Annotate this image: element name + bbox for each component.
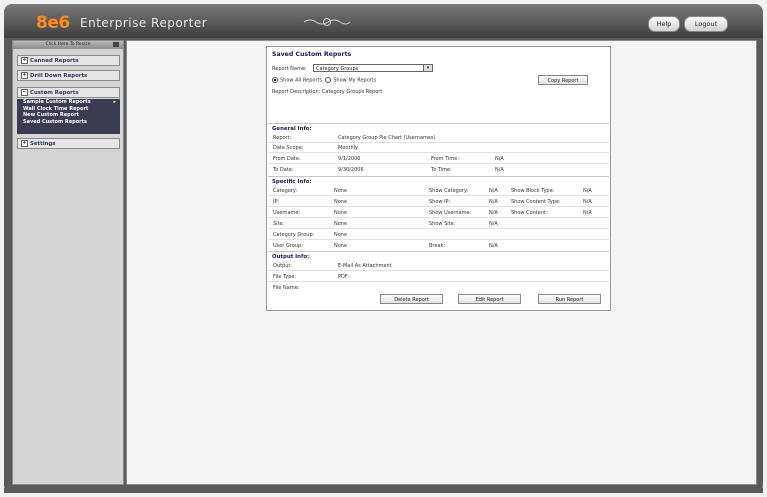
show-ip-label: Show IP:: [429, 199, 451, 205]
show-site-label: Show Site:: [429, 221, 456, 227]
from-date-label: From Date:: [273, 156, 301, 162]
date-scope-value: Monthly: [338, 145, 359, 151]
to-time-value: N/A: [495, 167, 504, 173]
show-username-value: N/A: [489, 210, 498, 216]
radio-group: Show All Reports Show My Reports: [272, 77, 376, 84]
site-label: Site:: [273, 221, 285, 227]
sidebar-item-label: Custom Reports: [30, 90, 79, 96]
sidebar-item-settings[interactable]: + Settings: [17, 138, 120, 149]
logout-button[interactable]: Logout: [684, 16, 728, 32]
show-category-label: Show Category:: [429, 188, 469, 194]
expand-icon: +: [21, 57, 28, 64]
sidebar-item-canned-reports[interactable]: + Canned Reports: [17, 55, 120, 66]
radio-show-my-reports[interactable]: [325, 77, 332, 83]
decorative-swirl-icon: [303, 18, 351, 26]
username-value: None: [334, 210, 348, 216]
category-value: None: [334, 188, 348, 194]
date-scope-label: Date Scope:: [273, 145, 304, 151]
radio-all-label: Show All Reports: [280, 77, 323, 84]
sidebar-item-custom-reports[interactable]: − Custom Reports: [17, 87, 120, 98]
category-group-label: Category Group:: [273, 232, 315, 238]
report-name-value: Category Groups: [316, 66, 359, 72]
output-label: Output:: [273, 263, 293, 269]
report-description: Report Description: Category Groups Repo…: [272, 89, 383, 95]
user-group-label: User Group:: [273, 243, 303, 249]
delete-report-button[interactable]: Delete Report: [380, 294, 443, 304]
report-label: Report:: [273, 135, 292, 141]
to-date-label: To Date:: [273, 167, 294, 173]
to-date-value: 9/30/2006: [338, 167, 364, 173]
output-info-title: Output Info:: [268, 251, 609, 261]
file-name-label: File Name:: [273, 285, 300, 291]
help-button[interactable]: Help: [648, 16, 680, 32]
expand-icon: +: [21, 72, 28, 79]
specific-info-title: Specific Info:: [268, 176, 609, 186]
output-value: E-Mail As Attachment: [338, 263, 392, 269]
sidebar-resize-bar[interactable]: Click Here To Resize: [13, 41, 123, 49]
ip-value: None: [334, 199, 348, 205]
run-report-button[interactable]: Run Report: [538, 294, 601, 304]
user-group-value: None: [334, 243, 348, 249]
from-time-value: N/A: [495, 156, 504, 162]
show-content-type-value: N/A: [583, 199, 592, 205]
report-name-label: Report Name:: [272, 66, 307, 72]
app-title: Enterprise Reporter: [80, 16, 208, 30]
submenu-item-saved-custom-reports[interactable]: Saved Custom Reports: [17, 119, 120, 126]
logo: 8e6: [36, 13, 70, 33]
panel-title: Saved Custom Reports: [272, 51, 352, 58]
report-name-select[interactable]: Category Groups ▾: [313, 64, 433, 72]
file-type-label: File Type:: [273, 274, 297, 280]
break-value: N/A: [489, 243, 498, 249]
arrow-right-icon: ▸: [113, 99, 116, 105]
collapse-icon: −: [21, 89, 28, 96]
ip-label: IP:: [273, 199, 280, 205]
chevron-down-icon[interactable]: ▾: [423, 65, 432, 71]
category-group-value: None: [334, 232, 348, 238]
specific-row: Category:: [273, 188, 298, 194]
expand-icon: +: [21, 140, 28, 147]
show-username-label: Show Username:: [429, 210, 472, 216]
bottom-frame: [4, 488, 763, 493]
sidebar-item-label: Drill Down Reports: [30, 73, 88, 79]
collapse-icon[interactable]: [113, 42, 119, 47]
file-type-value: PDF: [338, 274, 348, 280]
to-time-label: To Time:: [431, 167, 452, 173]
show-content-type-label: Show Content Type:: [511, 199, 561, 205]
break-label: Break:: [429, 243, 446, 249]
custom-reports-submenu: Sample Custom Reports ▸ Wall Clock Time R…: [17, 99, 120, 134]
show-category-value: N/A: [489, 188, 498, 194]
sidebar-item-label: Canned Reports: [30, 58, 79, 64]
report-value: Category Group Pie Chart (Usernames): [338, 135, 436, 141]
show-ip-value: N/A: [489, 199, 498, 205]
show-site-value: N/A: [489, 221, 498, 227]
show-block-type-value: N/A: [583, 188, 592, 194]
edit-report-button[interactable]: Edit Report: [458, 294, 521, 304]
show-content-label: Show Content:: [511, 210, 548, 216]
radio-show-all-reports[interactable]: [272, 77, 278, 83]
resize-label: Click Here To Resize: [45, 42, 91, 47]
radio-mine-label: Show My Reports: [333, 77, 377, 84]
sidebar: Click Here To Resize + Canned Reports + Dr…: [12, 40, 124, 485]
saved-custom-reports-panel: Saved Custom Reports Report Name: Catego…: [266, 46, 611, 311]
sidebar-item-label: Settings: [30, 141, 56, 147]
copy-report-button[interactable]: Copy Report: [538, 75, 588, 85]
show-content-value: N/A: [583, 210, 592, 216]
sidebar-item-drill-down-reports[interactable]: + Drill Down Reports: [17, 70, 120, 81]
show-block-type-label: Show Block Type:: [511, 188, 555, 194]
site-value: None: [334, 221, 348, 227]
username-label: Username:: [273, 210, 301, 216]
from-time-label: From Time:: [431, 156, 459, 162]
from-date-value: 9/1/2006: [338, 156, 361, 162]
general-info-title: General Info:: [268, 123, 609, 133]
